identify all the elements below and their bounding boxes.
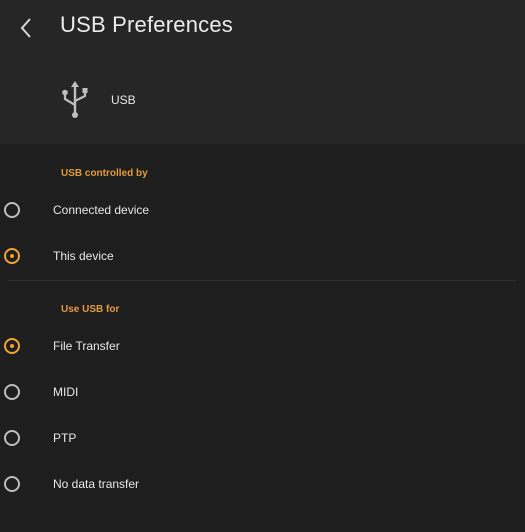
option-connected-device[interactable]: Connected device bbox=[0, 192, 525, 232]
usb-label: USB bbox=[111, 93, 136, 107]
usb-icon bbox=[62, 81, 88, 118]
section-header-use-usb-for: Use USB for bbox=[61, 304, 120, 315]
radio-unchecked[interactable] bbox=[4, 384, 20, 400]
section-header-controlled-by: USB controlled by bbox=[61, 168, 148, 179]
header-panel: USB Preferences USB bbox=[0, 0, 525, 144]
chevron-left-icon bbox=[20, 18, 31, 38]
option-label: File Transfer bbox=[53, 339, 120, 353]
option-label: Connected device bbox=[53, 203, 150, 217]
radio-checked[interactable] bbox=[4, 248, 20, 264]
page-title: USB Preferences bbox=[60, 12, 233, 37]
back-button[interactable] bbox=[14, 14, 38, 42]
radio-unchecked[interactable] bbox=[4, 476, 20, 492]
radio-checked[interactable] bbox=[4, 338, 20, 354]
option-this-device[interactable]: This device bbox=[0, 238, 525, 278]
option-label: This device bbox=[53, 249, 114, 263]
option-label: PTP bbox=[53, 431, 77, 445]
option-ptp[interactable]: PTP bbox=[0, 420, 525, 460]
option-label: MIDI bbox=[53, 385, 79, 399]
option-file-transfer[interactable]: File Transfer bbox=[0, 328, 525, 368]
option-midi[interactable]: MIDI bbox=[0, 374, 525, 414]
option-label: No data transfer bbox=[53, 477, 140, 491]
option-no-data-transfer[interactable]: No data transfer bbox=[0, 466, 525, 506]
divider bbox=[8, 280, 516, 281]
radio-unchecked[interactable] bbox=[4, 202, 20, 218]
radio-unchecked[interactable] bbox=[4, 430, 20, 446]
